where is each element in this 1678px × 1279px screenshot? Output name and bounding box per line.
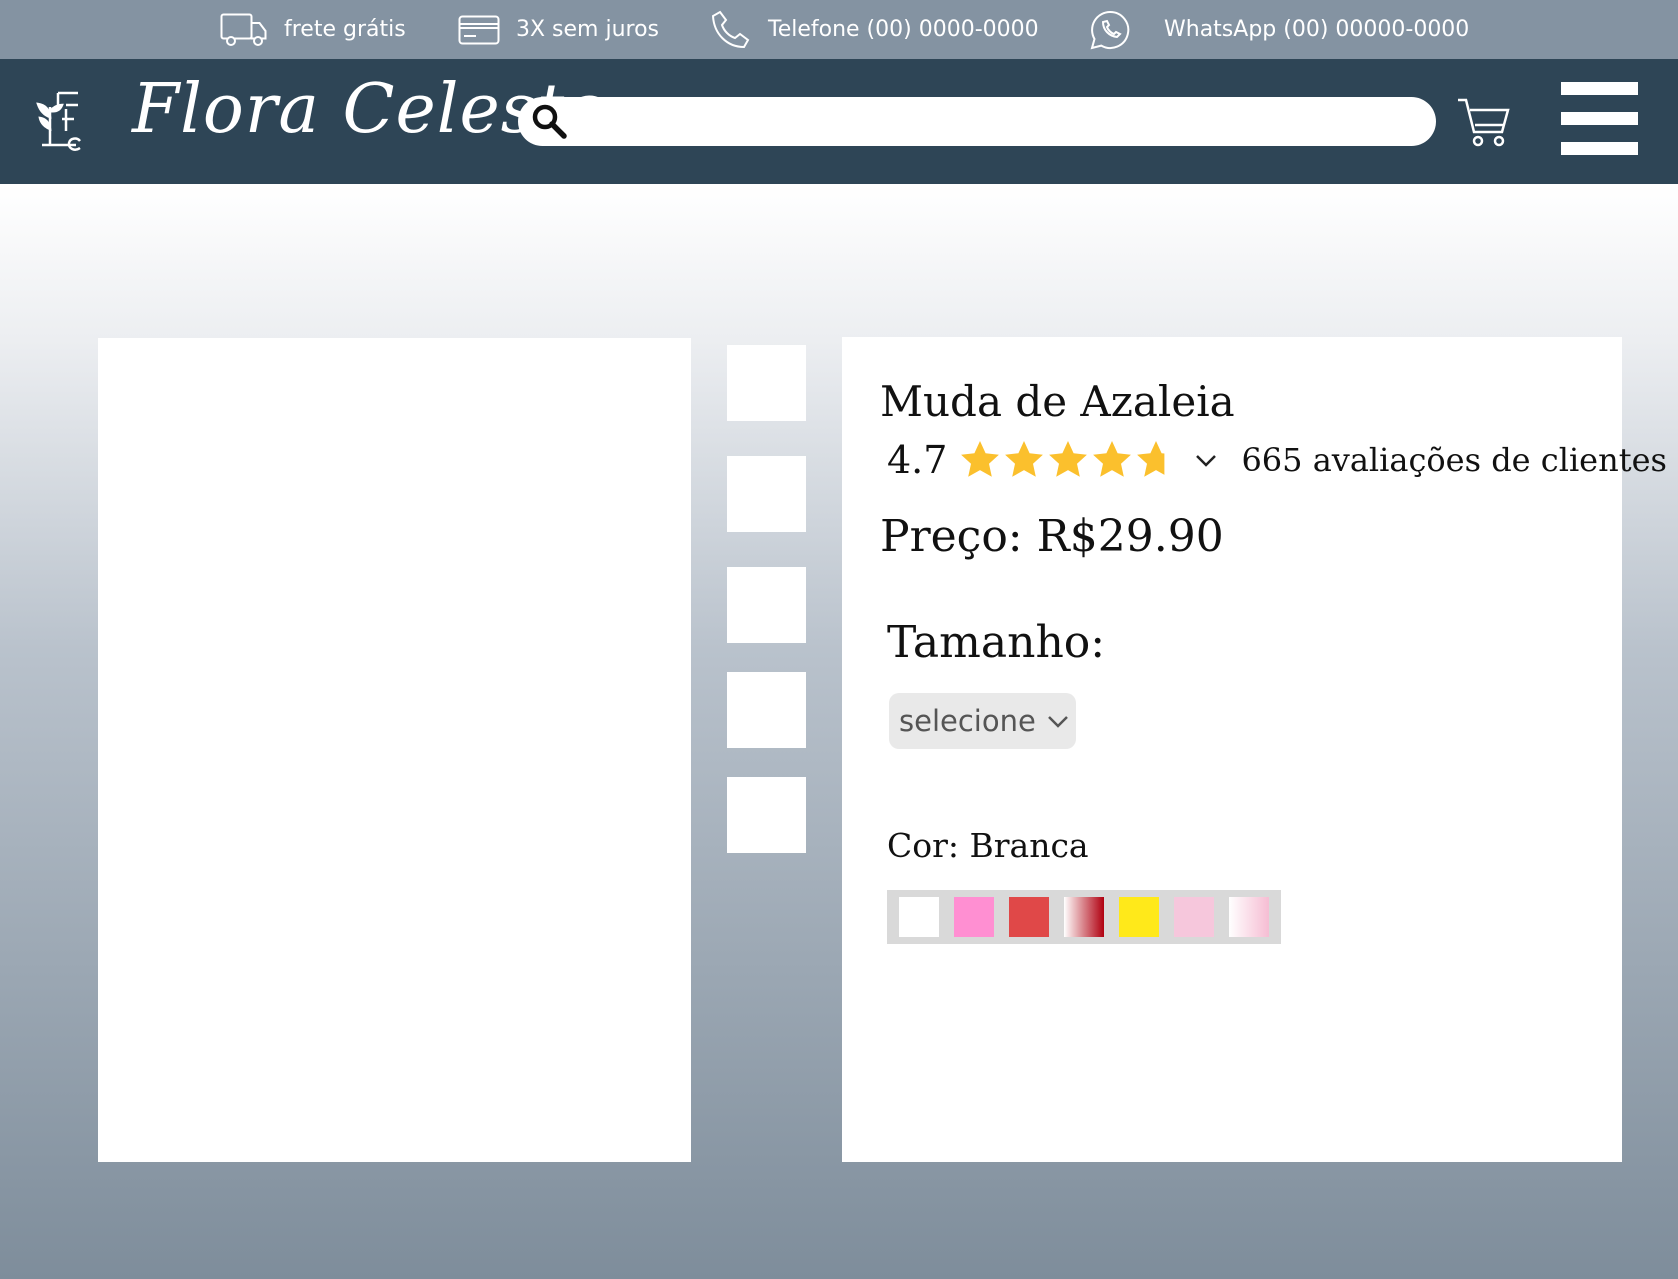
size-select-value: selecione — [899, 704, 1036, 738]
whatsapp-icon — [1090, 10, 1130, 49]
whatsapp-info[interactable]: WhatsApp (00) 00000-0000 — [1088, 0, 1469, 59]
free-shipping-info: frete grátis — [220, 0, 406, 59]
color-swatch-branca-vermelha[interactable] — [1064, 897, 1104, 937]
menu-bar-line — [1561, 112, 1638, 125]
product-thumbnail[interactable] — [727, 567, 806, 643]
color-swatch-amarela[interactable] — [1119, 897, 1159, 937]
star-icon — [961, 441, 1000, 477]
flora-celeste-logo-icon[interactable] — [34, 85, 86, 155]
menu-bar-line — [1561, 82, 1638, 95]
search-input[interactable] — [578, 101, 1414, 142]
size-select[interactable]: selecione — [889, 693, 1076, 749]
installments-info: 3X sem juros — [458, 0, 659, 59]
star-icon — [1093, 441, 1132, 477]
color-swatch-group — [887, 890, 1281, 944]
product-price: Preço: R$29.90 — [880, 511, 1224, 562]
color-swatch-branca-rosa[interactable] — [1229, 897, 1269, 937]
rating-stars — [959, 439, 1177, 481]
star-icon — [1005, 441, 1044, 477]
phone-icon — [711, 10, 750, 48]
rating-row: 4.7 665 avaliações de clientes — [887, 435, 1667, 485]
product-thumbnail[interactable] — [727, 672, 806, 748]
chevron-down-icon — [1196, 455, 1217, 467]
phone-label: Telefone (00) 0000-0000 — [768, 17, 1039, 42]
color-label: Cor: Branca — [887, 826, 1089, 865]
color-swatch-rosa[interactable] — [954, 897, 994, 937]
product-thumbnail[interactable] — [727, 777, 806, 853]
installments-label: 3X sem juros — [516, 17, 660, 42]
hamburger-menu-icon[interactable] — [1561, 82, 1638, 155]
top-info-bar: frete grátis 3X sem juros Telefone (00) … — [0, 0, 1678, 59]
phone-info[interactable]: Telefone (00) 0000-0000 — [710, 0, 1039, 59]
color-swatch-vermelha[interactable] — [1009, 897, 1049, 937]
truck-icon — [220, 13, 267, 46]
color-swatch-branca[interactable] — [899, 897, 939, 937]
product-thumbnail[interactable] — [727, 456, 806, 532]
menu-bar-line — [1561, 142, 1638, 155]
reviews-count-link[interactable]: 665 avaliações de clientes — [1241, 441, 1667, 479]
product-main-image — [98, 338, 691, 1162]
star-icon — [1049, 441, 1088, 477]
free-shipping-label: frete grátis — [284, 17, 406, 42]
whatsapp-label: WhatsApp (00) 00000-0000 — [1164, 17, 1470, 42]
rating-details-toggle[interactable] — [1191, 445, 1221, 475]
star-icon — [1137, 441, 1165, 477]
search-icon[interactable] — [530, 102, 570, 142]
product-thumbnail[interactable] — [727, 345, 806, 421]
chevron-down-icon — [1047, 716, 1068, 728]
color-swatch-rosa-claro[interactable] — [1174, 897, 1214, 937]
product-info-card: Muda de Azaleia 4.7 665 avaliações de cl… — [842, 337, 1667, 1162]
size-label: Tamanho: — [887, 617, 1106, 668]
credit-card-icon — [458, 15, 500, 44]
cart-icon[interactable] — [1456, 96, 1512, 150]
product-title: Muda de Azaleia — [880, 377, 1235, 426]
rating-value: 4.7 — [887, 438, 948, 482]
search-bar[interactable] — [518, 97, 1436, 146]
